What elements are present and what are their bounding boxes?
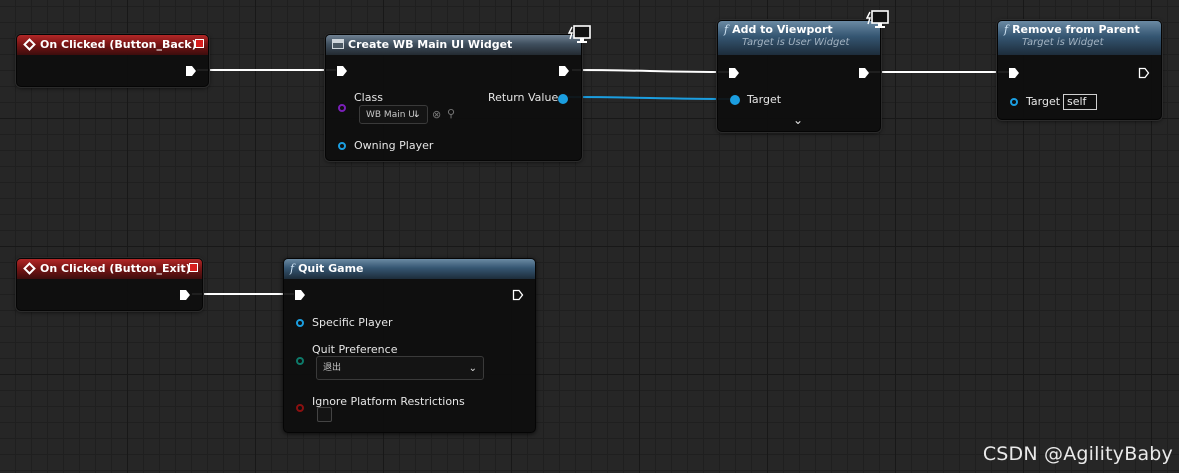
exec-in-pin[interactable] [336,65,348,77]
function-icon: f [724,23,729,36]
exec-out-pin-unconnected[interactable] [1138,67,1150,79]
exec-out-pin[interactable] [858,67,870,79]
node-title: Create WB Main UI Widget [348,38,513,51]
owning-player-label: Owning Player [354,139,434,152]
return-value-label: Return Value [488,91,559,104]
node-header: On Clicked (Button_Back) [17,35,208,55]
quit-game-node[interactable]: f Quit Game Specific Player Quit Preferen… [283,258,536,433]
exec-in-pin[interactable] [1008,67,1020,79]
node-title: On Clicked (Button_Back) [40,38,197,51]
create-widget-node[interactable]: Create WB Main UI Widget Class WB Main U… [325,34,582,161]
node-subtitle: Target is Widget [1022,37,1104,48]
quit-preference-value: 退出 [323,363,342,373]
node-header: f Quit Game [284,259,535,279]
specific-player-pin[interactable] [296,319,304,327]
return-value-pin[interactable] [558,94,568,104]
target-pin[interactable] [1010,98,1018,106]
chevron-down-icon: ⌄ [412,109,421,120]
client-server-monitor-icon [866,10,889,28]
delegate-pin-icon[interactable] [195,39,204,48]
event-icon [23,38,36,51]
quit-preference-label: Quit Preference [312,343,398,356]
function-icon: f [290,262,295,275]
target-label: Target [747,93,782,106]
node-header: Create WB Main UI Widget [326,35,581,55]
target-value-field[interactable]: self [1063,94,1097,110]
node-header: f Add to Viewport Target is User Widget [718,21,880,55]
on-clicked-exit-node[interactable]: On Clicked (Button_Exit) [16,258,203,311]
exec-wire-create-to-viewport [571,69,730,73]
event-icon [23,262,36,275]
on-clicked-back-node[interactable]: On Clicked (Button_Back) [16,34,209,87]
class-dropdown[interactable]: WB Main UI ⌄ [359,105,428,124]
client-server-monitor-icon [568,25,591,43]
node-header: f Remove from Parent Target is Widget [998,21,1161,55]
quit-preference-pin[interactable] [296,357,304,365]
remove-from-parent-node[interactable]: f Remove from Parent Target is Widget Tar… [997,20,1162,120]
advanced-chevron-down-icon[interactable]: ⌄ [793,113,803,127]
target-pin[interactable] [730,95,740,105]
node-title: Remove from Parent [1012,23,1140,36]
specific-player-label: Specific Player [312,316,393,329]
chevron-down-icon: ⌄ [468,363,477,374]
search-icon[interactable]: ⚲ [447,107,455,120]
node-title: On Clicked (Button_Exit) [40,262,191,275]
exec-out-pin[interactable] [179,289,191,301]
exec-in-pin[interactable] [728,67,740,79]
widget-icon [332,39,344,49]
class-pin[interactable] [338,104,346,112]
delegate-pin-icon[interactable] [189,263,198,272]
ignore-restrictions-checkbox[interactable] [317,407,332,422]
node-title: Quit Game [298,262,364,275]
exec-in-pin[interactable] [294,289,306,301]
exec-out-pin[interactable] [185,65,197,77]
quit-preference-dropdown[interactable]: 退出 ⌄ [316,356,484,380]
node-header: On Clicked (Button_Exit) [17,259,202,279]
browse-back-icon[interactable]: ⊗ [432,108,441,121]
ignore-restrictions-label: Ignore Platform Restrictions [312,395,465,408]
watermark: CSDN @AgilityBaby [982,443,1173,465]
node-subtitle: Target is User Widget [742,37,850,48]
exec-out-pin-unconnected[interactable] [512,289,524,301]
owning-player-pin[interactable] [338,142,346,150]
ignore-restrictions-pin[interactable] [296,404,304,412]
exec-out-pin[interactable] [558,65,570,77]
object-wire-return-to-target [567,96,732,100]
target-label: Target [1026,95,1061,108]
node-title: Add to Viewport [732,23,833,36]
class-label: Class [354,91,383,104]
function-icon: f [1004,23,1009,36]
add-to-viewport-node[interactable]: f Add to Viewport Target is User Widget T… [717,20,881,132]
class-value: WB Main UI [366,110,418,120]
